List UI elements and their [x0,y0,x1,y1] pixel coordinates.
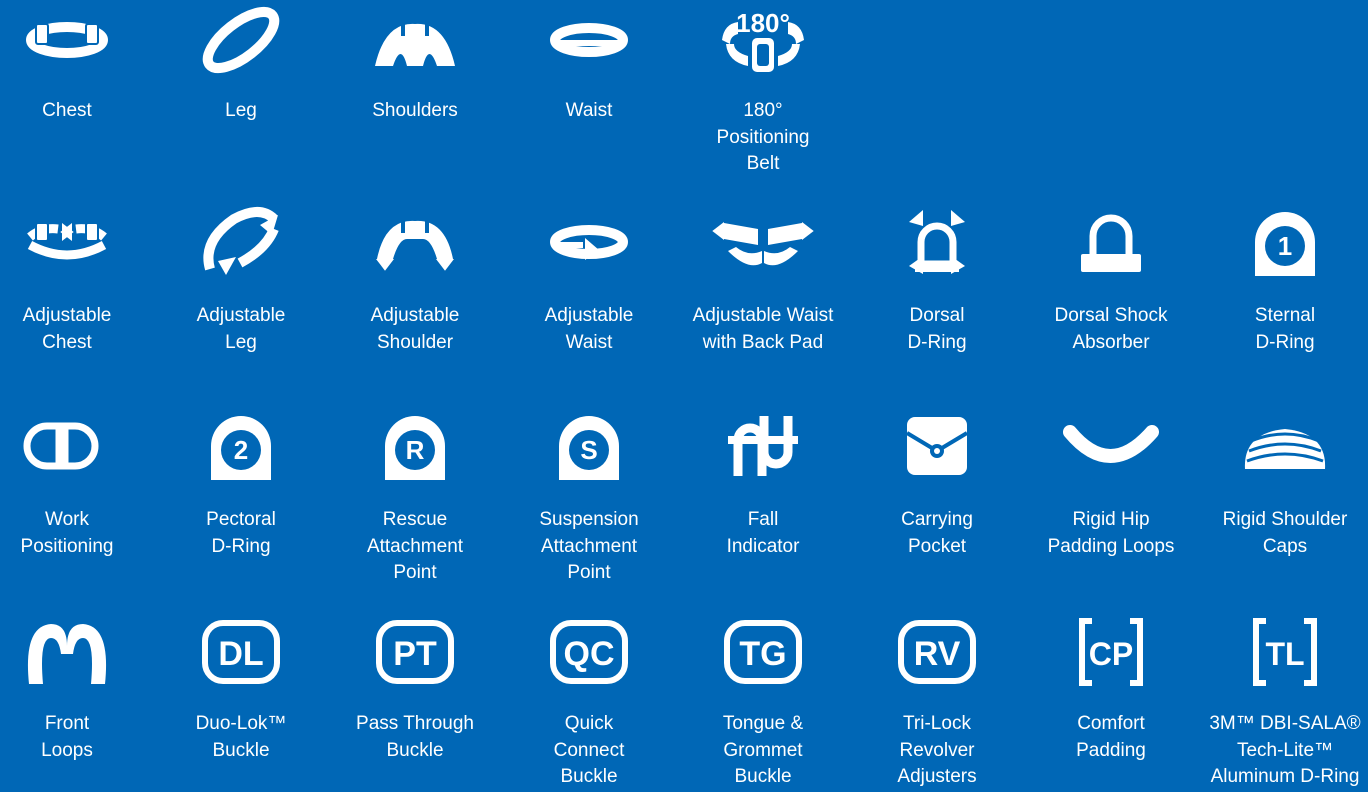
svg-text:PT: PT [393,635,437,673]
feature-label: Chest [42,100,92,121]
leg-strap-icon [154,0,328,80]
pass-through-buckle-icon: PT [328,612,502,692]
feature-label: Carrying Pocket [901,509,973,557]
feature-label: Adjustable Leg [196,305,286,353]
svg-text:1: 1 [1278,231,1292,261]
feature-label: Adjustable Shoulder [370,305,460,353]
rescue-attachment-icon: R [328,406,502,486]
duo-lok-buckle-icon: DL [154,612,328,692]
feature-label: Leg [225,100,257,121]
feature-label: Tongue & Grommet Buckle [722,713,804,787]
feature-label: Comfort Padding [1076,713,1146,761]
belt-180-text: 180° [736,8,790,38]
pectoral-d-ring-icon: 2 [154,406,328,486]
dorsal-shock-absorber-icon [1024,202,1198,282]
svg-text:TL: TL [1265,636,1304,672]
feature-label: Dorsal D-Ring [907,305,967,353]
feature-label: Quick Connect Buckle [553,713,625,787]
chest-strap-icon [0,0,154,80]
adjustable-waist-back-pad-icon [676,202,850,282]
comfort-padding-icon: CP [1024,612,1198,692]
feature-label: Shoulders [372,100,458,121]
adjustable-shoulder-icon [328,202,502,282]
feature-label: Tri-Lock Revolver Adjusters [897,713,977,787]
rigid-shoulder-caps-icon [1198,406,1368,486]
feature-label: Sternal D-Ring [1254,305,1316,353]
svg-text:TG: TG [739,635,786,673]
feature-label: Waist [565,100,613,121]
feature-label: Front Loops [41,713,93,761]
feature-label: Duo-Lok™ Buckle [195,713,287,761]
dorsal-d-ring-icon [850,202,1024,282]
feature-label: Work Positioning [20,509,114,557]
svg-text:QC: QC [564,635,615,673]
feature-label: Suspension Attachment Point [539,509,639,583]
feature-label: Pectoral D-Ring [206,509,276,557]
adjustable-leg-icon [154,202,328,282]
feature-label: Fall Indicator [726,509,800,557]
feature-label: Dorsal Shock Absorber [1054,305,1168,353]
fall-indicator-icon [676,406,850,486]
svg-text:R: R [406,435,425,465]
svg-text:2: 2 [234,435,248,465]
shoulders-strap-icon [328,0,502,80]
feature-label: Adjustable Waist with Back Pad [692,305,834,353]
tri-lock-revolver-icon: RV [850,612,1024,692]
feature-label: 3M™ DBI-SALA® Tech-Lite™ Aluminum D-Ring [1209,713,1361,787]
svg-text:S: S [580,435,597,465]
sternal-d-ring-icon: 1 [1198,202,1368,282]
feature-label: Rigid Hip Padding Loops [1047,509,1175,557]
suspension-attachment-icon: S [502,406,676,486]
tongue-grommet-buckle-icon: TG [676,612,850,692]
svg-text:DL: DL [218,635,263,673]
svg-text:CP: CP [1089,636,1133,672]
feature-label: Adjustable Waist [544,305,634,353]
rigid-hip-padding-icon [1024,406,1198,486]
work-positioning-icon [0,406,154,486]
feature-label: Rigid Shoulder Caps [1222,509,1348,557]
feature-label: Pass Through Buckle [356,713,474,761]
waist-strap-icon [502,0,676,80]
adjustable-chest-icon [0,202,154,282]
feature-label: 180° Positioning Belt [716,100,810,174]
carrying-pocket-icon [850,406,1024,486]
quick-connect-buckle-icon: QC [502,612,676,692]
front-loops-icon [0,612,154,692]
positioning-belt-180-icon: 180° [676,0,850,80]
feature-label: Rescue Attachment Point [366,509,464,583]
feature-label: Adjustable Chest [22,305,112,353]
tech-lite-d-ring-icon: TL [1198,612,1368,692]
svg-text:RV: RV [914,635,961,673]
adjustable-waist-icon [502,202,676,282]
